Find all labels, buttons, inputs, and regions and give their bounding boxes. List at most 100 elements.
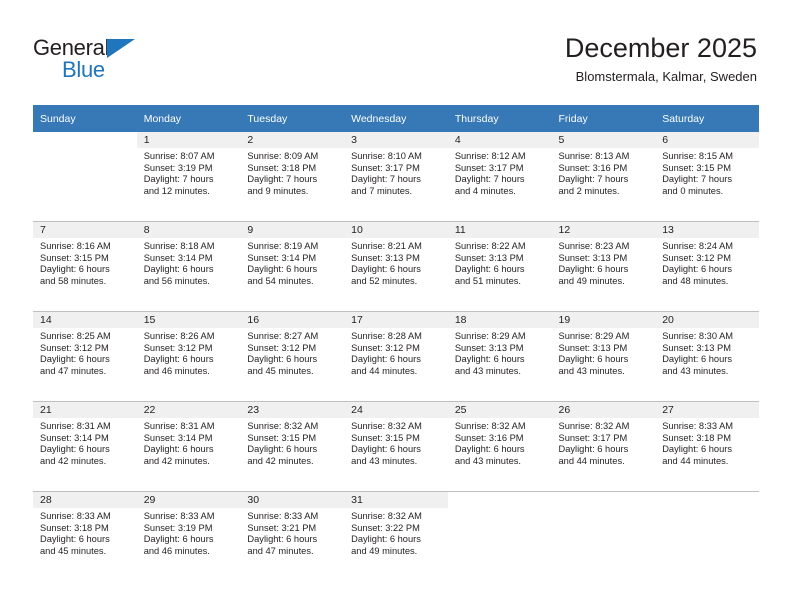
calendar-day-cell[interactable]: 24 Sunrise: 8:32 AM Sunset: 3:15 PM Dayligh… — [344, 401, 448, 492]
calendar-day-cell[interactable]: 5 Sunrise: 8:13 AM Sunset: 3:16 PM Daylight… — [551, 132, 656, 222]
daylight-text-line1: Daylight: 6 hours — [247, 264, 318, 275]
calendar-day-cell[interactable]: 20 Sunrise: 8:30 AM Sunset: 3:13 PM Dayligh… — [655, 311, 759, 402]
day-number: 28 — [33, 492, 137, 508]
day-cell-content: 25 Sunrise: 8:32 AM Sunset: 3:16 PM Dayligh… — [447, 402, 552, 491]
calendar-day-cell[interactable]: 27 Sunrise: 8:33 AM Sunset: 3:18 PM Dayligh… — [655, 401, 759, 492]
sunset-text: Sunset: 3:14 PM — [143, 252, 213, 263]
day-cell-content: 26 Sunrise: 8:32 AM Sunset: 3:17 PM Dayligh… — [551, 402, 656, 491]
day-details: Sunrise: 8:32 AM Sunset: 3:17 PM Daylight:… — [552, 418, 656, 467]
calendar-day-cell[interactable]: 3 Sunrise: 8:10 AM Sunset: 3:17 PM Daylight… — [344, 132, 448, 222]
calendar-day-cell[interactable]: 28 Sunrise: 8:33 AM Sunset: 3:18 PM Dayligh… — [33, 491, 137, 581]
daylight-text-line2: and 42 minutes. — [143, 455, 210, 466]
day-cell-content: 20 Sunrise: 8:30 AM Sunset: 3:13 PM Dayligh… — [655, 312, 759, 401]
daylight-text-line2: and 56 minutes. — [143, 275, 210, 286]
day-number: 14 — [33, 312, 137, 328]
day-details: Sunrise: 8:32 AM Sunset: 3:22 PM Daylight:… — [344, 508, 448, 557]
daylight-text-line1: Daylight: 6 hours — [40, 444, 110, 455]
calendar-day-cell[interactable]: 17 Sunrise: 8:28 AM Sunset: 3:12 PM Dayligh… — [344, 311, 448, 402]
calendar-day-cell[interactable]: 14 Sunrise: 8:25 AM Sunset: 3:12 PM Dayligh… — [33, 311, 137, 402]
day-details: Sunrise: 8:16 AM Sunset: 3:15 PM Daylight:… — [33, 238, 137, 287]
sunrise-text: Sunrise: 8:29 AM — [454, 331, 526, 341]
sunset-text: Sunset: 3:15 PM — [247, 432, 317, 443]
daylight-text-line1: Daylight: 6 hours — [351, 264, 421, 275]
calendar-day-cell[interactable]: 1 Sunrise: 8:07 AM Sunset: 3:19 PM Daylight… — [136, 132, 241, 222]
day-details: Sunrise: 8:33 AM Sunset: 3:19 PM Daylight:… — [137, 508, 241, 557]
sunrise-text: Sunrise: 8:23 AM — [558, 241, 630, 251]
daylight-text-line2: and 54 minutes. — [247, 275, 314, 286]
day-cell-content: 10 Sunrise: 8:21 AM Sunset: 3:13 PM Dayligh… — [344, 222, 448, 311]
sunrise-text: Sunrise: 8:33 AM — [40, 511, 111, 521]
sunset-text: Sunset: 3:12 PM — [351, 342, 420, 353]
calendar-day-cell[interactable]: 10 Sunrise: 8:21 AM Sunset: 3:13 PM Dayligh… — [344, 221, 448, 312]
calendar-day-cell[interactable]: 16 Sunrise: 8:27 AM Sunset: 3:12 PM Dayligh… — [240, 311, 345, 402]
daylight-text-line1: Daylight: 6 hours — [40, 534, 110, 545]
weekday-header-saturday: Saturday — [655, 105, 759, 132]
day-details: Sunrise: 8:21 AM Sunset: 3:13 PM Daylight:… — [344, 238, 448, 287]
calendar-day-cell[interactable]: 21 Sunrise: 8:31 AM Sunset: 3:14 PM Dayligh… — [33, 401, 137, 492]
daylight-text-line2: and 12 minutes. — [143, 185, 210, 196]
sunset-text: Sunset: 3:12 PM — [40, 342, 109, 353]
day-cell-content: 15 Sunrise: 8:26 AM Sunset: 3:12 PM Dayligh… — [136, 312, 241, 401]
calendar-day-cell[interactable]: 29 Sunrise: 8:33 AM Sunset: 3:19 PM Dayligh… — [136, 491, 241, 581]
calendar-day-cell[interactable]: 23 Sunrise: 8:32 AM Sunset: 3:15 PM Dayligh… — [240, 401, 345, 492]
sunset-text: Sunset: 3:17 PM — [454, 162, 524, 173]
day-cell-content: 29 Sunrise: 8:33 AM Sunset: 3:19 PM Dayligh… — [136, 492, 241, 581]
calendar-day-cell[interactable]: 13 Sunrise: 8:24 AM Sunset: 3:12 PM Dayligh… — [655, 221, 759, 312]
sunrise-text: Sunrise: 8:32 AM — [558, 421, 630, 431]
daylight-text-line2: and 7 minutes. — [351, 185, 413, 196]
calendar-body: 1 Sunrise: 8:07 AM Sunset: 3:19 PM Daylight… — [33, 132, 759, 581]
sunrise-text: Sunrise: 8:12 AM — [454, 151, 526, 161]
day-details: Sunrise: 8:32 AM Sunset: 3:16 PM Daylight:… — [448, 418, 552, 467]
day-number: 20 — [655, 312, 759, 328]
calendar-day-cell[interactable]: 8 Sunrise: 8:18 AM Sunset: 3:14 PM Daylight… — [136, 221, 241, 312]
empty-cell-spacer — [33, 132, 137, 221]
sunset-text: Sunset: 3:17 PM — [558, 432, 628, 443]
daylight-text-line1: Daylight: 6 hours — [247, 534, 318, 545]
day-cell-content: 13 Sunrise: 8:24 AM Sunset: 3:12 PM Dayligh… — [655, 222, 759, 311]
day-number: 21 — [33, 402, 137, 418]
calendar-day-cell[interactable]: 4 Sunrise: 8:12 AM Sunset: 3:17 PM Daylight… — [447, 132, 552, 222]
calendar-day-cell[interactable]: 12 Sunrise: 8:23 AM Sunset: 3:13 PM Dayligh… — [551, 221, 656, 312]
day-number: 23 — [240, 402, 345, 418]
daylight-text-line2: and 9 minutes. — [247, 185, 309, 196]
day-cell-content: 18 Sunrise: 8:29 AM Sunset: 3:13 PM Dayligh… — [447, 312, 552, 401]
calendar-day-cell[interactable]: 9 Sunrise: 8:19 AM Sunset: 3:14 PM Daylight… — [240, 221, 345, 312]
title-block: December 2025 Blomstermala, Kalmar, Swed… — [565, 32, 757, 86]
sunrise-text: Sunrise: 8:31 AM — [40, 421, 111, 431]
calendar-day-cell[interactable]: 2 Sunrise: 8:09 AM Sunset: 3:18 PM Daylight… — [240, 132, 345, 222]
day-details: Sunrise: 8:27 AM Sunset: 3:12 PM Daylight:… — [240, 328, 344, 377]
daylight-text-line1: Daylight: 6 hours — [454, 444, 525, 455]
calendar-day-cell[interactable]: 25 Sunrise: 8:32 AM Sunset: 3:16 PM Dayligh… — [447, 401, 552, 492]
daylight-text-line1: Daylight: 6 hours — [351, 534, 421, 545]
day-details: Sunrise: 8:10 AM Sunset: 3:17 PM Daylight:… — [344, 148, 448, 197]
day-number: 31 — [344, 492, 448, 508]
calendar-day-cell[interactable]: 15 Sunrise: 8:26 AM Sunset: 3:12 PM Dayligh… — [136, 311, 241, 402]
daylight-text-line1: Daylight: 7 hours — [247, 174, 318, 185]
day-number: 12 — [551, 222, 656, 238]
calendar-day-cell[interactable]: 19 Sunrise: 8:29 AM Sunset: 3:13 PM Dayligh… — [551, 311, 656, 402]
calendar-day-cell[interactable]: 30 Sunrise: 8:33 AM Sunset: 3:21 PM Dayligh… — [240, 491, 345, 581]
day-cell-content: 31 Sunrise: 8:32 AM Sunset: 3:22 PM Dayligh… — [344, 492, 448, 581]
calendar-day-cell[interactable]: 11 Sunrise: 8:22 AM Sunset: 3:13 PM Dayligh… — [447, 221, 552, 312]
daylight-text-line1: Daylight: 6 hours — [143, 534, 214, 545]
calendar-day-cell[interactable]: 26 Sunrise: 8:32 AM Sunset: 3:17 PM Dayligh… — [551, 401, 656, 492]
weekday-header-wednesday: Wednesday — [344, 105, 448, 132]
calendar-day-cell[interactable]: 18 Sunrise: 8:29 AM Sunset: 3:13 PM Dayligh… — [447, 311, 552, 402]
sunset-text: Sunset: 3:16 PM — [454, 432, 524, 443]
daylight-text-line2: and 47 minutes. — [40, 365, 107, 376]
calendar-day-cell[interactable]: 7 Sunrise: 8:16 AM Sunset: 3:15 PM Daylight… — [33, 221, 137, 312]
calendar-day-cell[interactable]: 22 Sunrise: 8:31 AM Sunset: 3:14 PM Dayligh… — [136, 401, 241, 492]
calendar-day-cell[interactable]: 31 Sunrise: 8:32 AM Sunset: 3:22 PM Dayligh… — [344, 491, 448, 581]
calendar-day-cell[interactable]: 6 Sunrise: 8:15 AM Sunset: 3:15 PM Daylight… — [655, 132, 759, 222]
sunset-text: Sunset: 3:12 PM — [143, 342, 213, 353]
daylight-text-line2: and 44 minutes. — [351, 365, 418, 376]
day-details: Sunrise: 8:29 AM Sunset: 3:13 PM Daylight:… — [552, 328, 656, 377]
weekday-header-thursday: Thursday — [447, 105, 552, 132]
sunrise-text: Sunrise: 8:16 AM — [40, 241, 111, 251]
weekday-header-friday: Friday — [551, 105, 656, 132]
day-details: Sunrise: 8:28 AM Sunset: 3:12 PM Daylight:… — [344, 328, 448, 377]
day-cell-content: 7 Sunrise: 8:16 AM Sunset: 3:15 PM Daylight… — [33, 222, 137, 311]
daylight-text-line2: and 43 minutes. — [662, 365, 729, 376]
sunset-text: Sunset: 3:13 PM — [454, 342, 524, 353]
day-details: Sunrise: 8:33 AM Sunset: 3:21 PM Daylight:… — [240, 508, 344, 557]
